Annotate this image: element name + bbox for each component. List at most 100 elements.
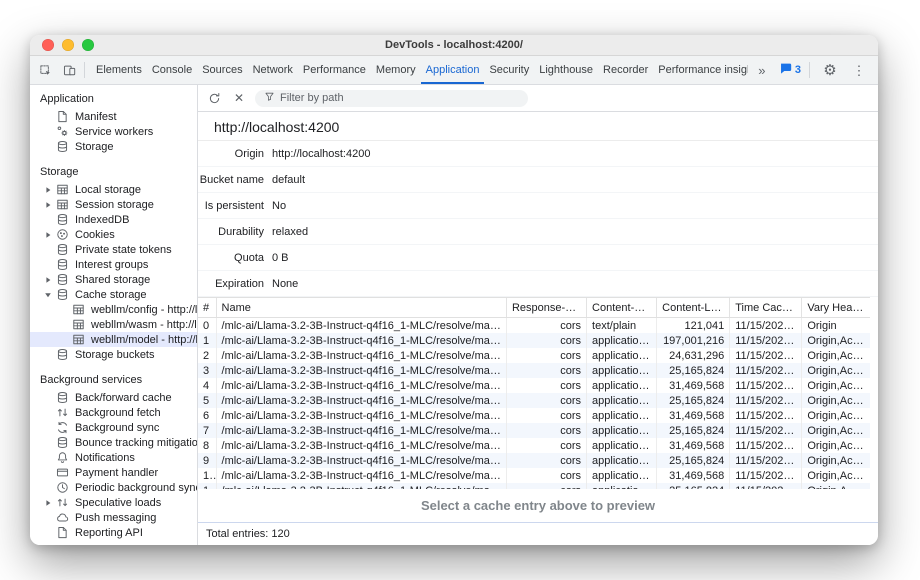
sidebar-item-label: webllm/config - http://loc… xyxy=(91,304,197,316)
minimize-window-button[interactable] xyxy=(62,39,74,51)
sidebar-item-label: Cookies xyxy=(75,229,115,241)
cell: application/oc… xyxy=(587,363,657,378)
table-row[interactable]: 4/mlc-ai/Llama-3.2-3B-Instruct-q4f16_1-M… xyxy=(198,378,870,393)
filter-box[interactable] xyxy=(255,90,528,107)
cell: Origin,Access… xyxy=(802,393,870,408)
column-header-response-type[interactable]: Response-Type xyxy=(506,298,586,318)
database-icon xyxy=(54,243,70,256)
clear-icon[interactable]: ✕ xyxy=(230,89,248,107)
filter-input[interactable] xyxy=(280,92,519,104)
sidebar-item-webllm-config-http-loc[interactable]: webllm/config - http://loc… xyxy=(30,302,197,317)
table-row[interactable]: 10/mlc-ai/Llama-3.2-3B-Instruct-q4f16_1-… xyxy=(198,468,870,483)
tab-label: Sources xyxy=(202,64,242,76)
cell: application/oc… xyxy=(587,333,657,348)
sidebar-item-background-fetch[interactable]: Background fetch xyxy=(30,405,197,420)
sidebar-item-service-workers[interactable]: Service workers xyxy=(30,124,197,139)
sidebar-item-webllm-model-http-loc[interactable]: webllm/model - http://loc… xyxy=(30,332,197,347)
chevron-right-icon[interactable] xyxy=(42,499,54,507)
sidebar-item-shared-storage[interactable]: Shared storage xyxy=(30,272,197,287)
sidebar-item-private-state-tokens[interactable]: Private state tokens xyxy=(30,242,197,257)
table-row[interactable]: 3/mlc-ai/Llama-3.2-3B-Instruct-q4f16_1-M… xyxy=(198,363,870,378)
tab-lighthouse[interactable]: Lighthouse xyxy=(534,56,598,84)
tab-sources[interactable]: Sources xyxy=(197,56,247,84)
table-row[interactable]: 6/mlc-ai/Llama-3.2-3B-Instruct-q4f16_1-M… xyxy=(198,408,870,423)
sidebar-item-label: Interest groups xyxy=(75,259,148,271)
close-window-button[interactable] xyxy=(42,39,54,51)
console-messages-badge[interactable]: 3 xyxy=(779,62,801,78)
tab-elements[interactable]: Elements xyxy=(91,56,147,84)
column-header-time-cached[interactable]: Time Cached xyxy=(730,298,802,318)
tabbar-right-tools: » 3 ⚙ ⋮ xyxy=(748,56,878,84)
table-row[interactable]: 1/mlc-ai/Llama-3.2-3B-Instruct-q4f16_1-M… xyxy=(198,333,870,348)
sidebar-item-notifications[interactable]: Notifications xyxy=(30,450,197,465)
chevron-right-icon[interactable] xyxy=(42,276,54,284)
sidebar-item-speculative-loads[interactable]: Speculative loads xyxy=(30,495,197,510)
sidebar-item-label: webllm/model - http://loc… xyxy=(91,334,197,346)
chevron-right-icon[interactable] xyxy=(42,186,54,194)
tab-recorder[interactable]: Recorder xyxy=(598,56,653,84)
tab-security[interactable]: Security xyxy=(484,56,534,84)
kebab-menu-icon[interactable]: ⋮ xyxy=(847,59,871,81)
sidebar-item-webllm-wasm-http-loca[interactable]: webllm/wasm - http://loca… xyxy=(30,317,197,332)
sidebar-item-label: Background sync xyxy=(75,422,159,434)
tab-console[interactable]: Console xyxy=(147,56,197,84)
column-header-name[interactable]: Name xyxy=(216,298,506,318)
sidebar-item-reporting-api[interactable]: Reporting API xyxy=(30,525,197,540)
column-header-content-type[interactable]: Content-Type xyxy=(587,298,657,318)
table-row[interactable]: 2/mlc-ai/Llama-3.2-3B-Instruct-q4f16_1-M… xyxy=(198,348,870,363)
tab-performance-insights[interactable]: Performance insights xyxy=(653,56,748,84)
tab-performance[interactable]: Performance xyxy=(298,56,371,84)
sidebar-item-interest-groups[interactable]: Interest groups xyxy=(30,257,197,272)
sidebar-item-periodic-background-sync[interactable]: Periodic background sync xyxy=(30,480,197,495)
cell: 11/15/2024, 10… xyxy=(730,393,802,408)
sidebar-item-label: Local storage xyxy=(75,184,141,196)
sidebar-item-manifest[interactable]: Manifest xyxy=(30,109,197,124)
inspect-icon[interactable] xyxy=(33,59,57,81)
tab-memory[interactable]: Memory xyxy=(371,56,421,84)
column-header-content-length[interactable]: Content-Length xyxy=(657,298,730,318)
cell: 121,041 xyxy=(657,318,730,334)
table-row[interactable]: 7/mlc-ai/Llama-3.2-3B-Instruct-q4f16_1-M… xyxy=(198,423,870,438)
refresh-icon[interactable] xyxy=(205,89,223,107)
chevron-right-icon[interactable] xyxy=(42,231,54,239)
chevron-down-icon[interactable] xyxy=(42,291,54,299)
table-row[interactable]: 8/mlc-ai/Llama-3.2-3B-Instruct-q4f16_1-M… xyxy=(198,438,870,453)
table-row[interactable]: 9/mlc-ai/Llama-3.2-3B-Instruct-q4f16_1-M… xyxy=(198,453,870,468)
zoom-window-button[interactable] xyxy=(82,39,94,51)
cell: /mlc-ai/Llama-3.2-3B-Instruct-q4f16_1-ML… xyxy=(216,453,506,468)
cookie-icon xyxy=(54,228,70,241)
sidebar-item-local-storage[interactable]: Local storage xyxy=(30,182,197,197)
sidebar-item-label: Manifest xyxy=(75,111,117,123)
settings-gear-icon[interactable]: ⚙ xyxy=(818,59,842,81)
cell: 0 xyxy=(198,318,216,334)
sidebar-item-bounce-tracking-mitigations[interactable]: Bounce tracking mitigations xyxy=(30,435,197,450)
sidebar-item-background-sync[interactable]: Background sync xyxy=(30,420,197,435)
section-application: ApplicationManifestService workersStorag… xyxy=(30,89,197,154)
table-body: 0/mlc-ai/Llama-3.2-3B-Instruct-q4f16_1-M… xyxy=(198,318,870,490)
sidebar-item-back-forward-cache[interactable]: Back/forward cache xyxy=(30,390,197,405)
sidebar-item-storage[interactable]: Storage xyxy=(30,139,197,154)
device-toolbar-icon[interactable] xyxy=(57,59,81,81)
column-header-index[interactable]: # xyxy=(198,298,216,318)
table-row[interactable]: 0/mlc-ai/Llama-3.2-3B-Instruct-q4f16_1-M… xyxy=(198,318,870,334)
sidebar-item-cookies[interactable]: Cookies xyxy=(30,227,197,242)
tab-application[interactable]: Application xyxy=(421,56,485,84)
sidebar-item-push-messaging[interactable]: Push messaging xyxy=(30,510,197,525)
tab-label: Performance xyxy=(303,64,366,76)
sidebar-item-cache-storage[interactable]: Cache storage xyxy=(30,287,197,302)
sidebar-item-storage-buckets[interactable]: Storage buckets xyxy=(30,347,197,362)
sidebar-item-indexeddb[interactable]: IndexedDB xyxy=(30,212,197,227)
cell: 8 xyxy=(198,438,216,453)
sidebar-item-payment-handler[interactable]: Payment handler xyxy=(30,465,197,480)
more-tabs-icon[interactable]: » xyxy=(750,59,774,81)
chevron-right-icon[interactable] xyxy=(42,201,54,209)
cell: cors xyxy=(506,348,586,363)
tab-label: Console xyxy=(152,64,192,76)
database-icon xyxy=(54,273,70,286)
column-header-vary-header[interactable]: Vary Header xyxy=(802,298,870,318)
table-row[interactable]: 5/mlc-ai/Llama-3.2-3B-Instruct-q4f16_1-M… xyxy=(198,393,870,408)
tab-network[interactable]: Network xyxy=(248,56,298,84)
sidebar-item-session-storage[interactable]: Session storage xyxy=(30,197,197,212)
tab-label: Network xyxy=(253,64,293,76)
tab-label: Application xyxy=(426,64,480,76)
